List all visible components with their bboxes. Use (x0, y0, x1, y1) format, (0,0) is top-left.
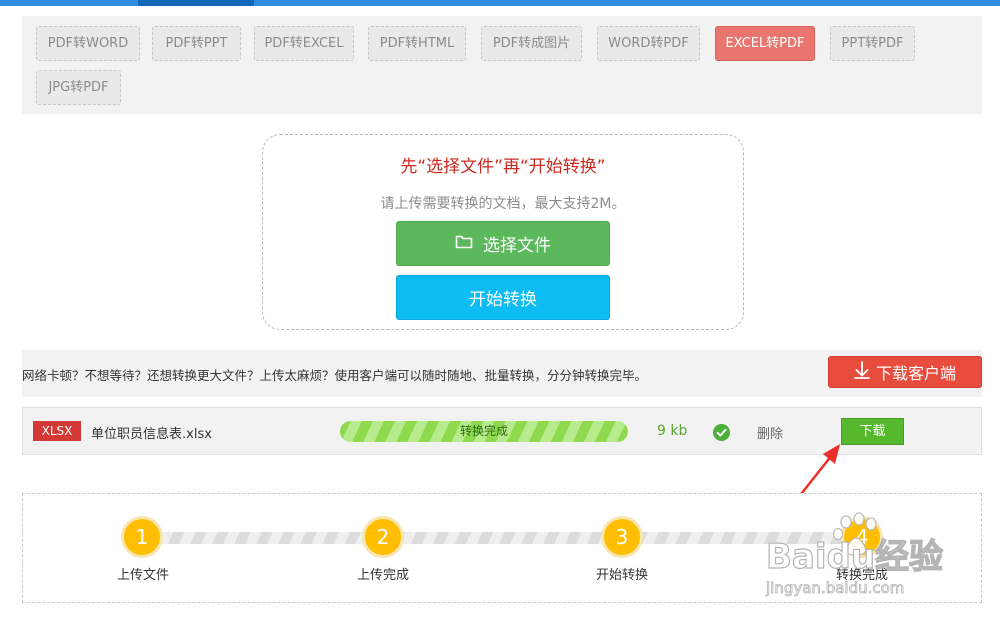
step-3-label: 开始转换 (595, 568, 648, 583)
steps-box: 1 上传文件 2 上传完成 3 开始转换 4 转换完成 (22, 493, 982, 603)
tab-pdf-to-excel[interactable]: PDF转EXCEL (254, 26, 354, 61)
step-3-circle: 3 (601, 516, 643, 558)
step-1-circle: 1 (121, 516, 163, 558)
client-promo-text: 网络卡顿？不想等待？还想转换更大文件？上传太麻烦？使用客户端可以随时随地、批量转… (22, 368, 648, 383)
step-4-circle: 4 (841, 516, 883, 558)
conversion-tabs-panel: PDF转WORD PDF转PPT PDF转EXCEL PDF转HTML PDF转… (22, 16, 982, 114)
upload-title: 先“选择文件”再“开始转换” (400, 157, 606, 177)
step-2-label: 上传完成 (356, 568, 409, 583)
file-name: 单位职员信息表.xlsx (91, 427, 212, 442)
progress-label: 转换完成 (459, 424, 508, 438)
download-arrow-icon (854, 361, 870, 383)
step-4-label: 转换完成 (835, 568, 888, 583)
folder-icon (455, 234, 473, 254)
tab-pdf-to-ppt[interactable]: PDF转PPT (152, 26, 241, 61)
file-size: 9 kb (657, 423, 688, 439)
tab-pdf-to-html[interactable]: PDF转HTML (368, 26, 466, 61)
step-1-label: 上传文件 (116, 568, 169, 583)
start-convert-button[interactable]: 开始转换 (396, 275, 610, 320)
step-2-circle: 2 (362, 516, 404, 558)
select-file-button[interactable]: 选择文件 (396, 221, 610, 266)
top-accent-bar (0, 0, 1000, 6)
select-file-label: 选择文件 (483, 236, 551, 256)
top-accent-active-segment (138, 0, 254, 6)
tab-excel-to-pdf[interactable]: EXCEL转PDF (715, 26, 815, 61)
conversion-progress-bar: 转换完成 (340, 421, 628, 442)
check-icon (713, 424, 730, 441)
upload-box: 先“选择文件”再“开始转换” 请上传需要转换的文档，最大支持2M。 选择文件 开… (262, 134, 744, 330)
tab-pdf-to-image[interactable]: PDF转成图片 (481, 26, 582, 61)
steps-track (143, 532, 863, 544)
download-client-button[interactable]: 下载客户端 (828, 356, 982, 388)
tab-ppt-to-pdf[interactable]: PPT转PDF (830, 26, 915, 61)
tab-jpg-to-pdf[interactable]: JPG转PDF (36, 70, 121, 105)
file-type-badge: XLSX (33, 421, 81, 441)
tab-pdf-to-word[interactable]: PDF转WORD (36, 26, 140, 61)
client-promo-bar: 网络卡顿？不想等待？还想转换更大文件？上传太麻烦？使用客户端可以随时随地、批量转… (22, 350, 982, 397)
tab-word-to-pdf[interactable]: WORD转PDF (597, 26, 700, 61)
upload-hint: 请上传需要转换的文档，最大支持2M。 (380, 196, 626, 212)
download-client-label: 下载客户端 (875, 364, 956, 383)
